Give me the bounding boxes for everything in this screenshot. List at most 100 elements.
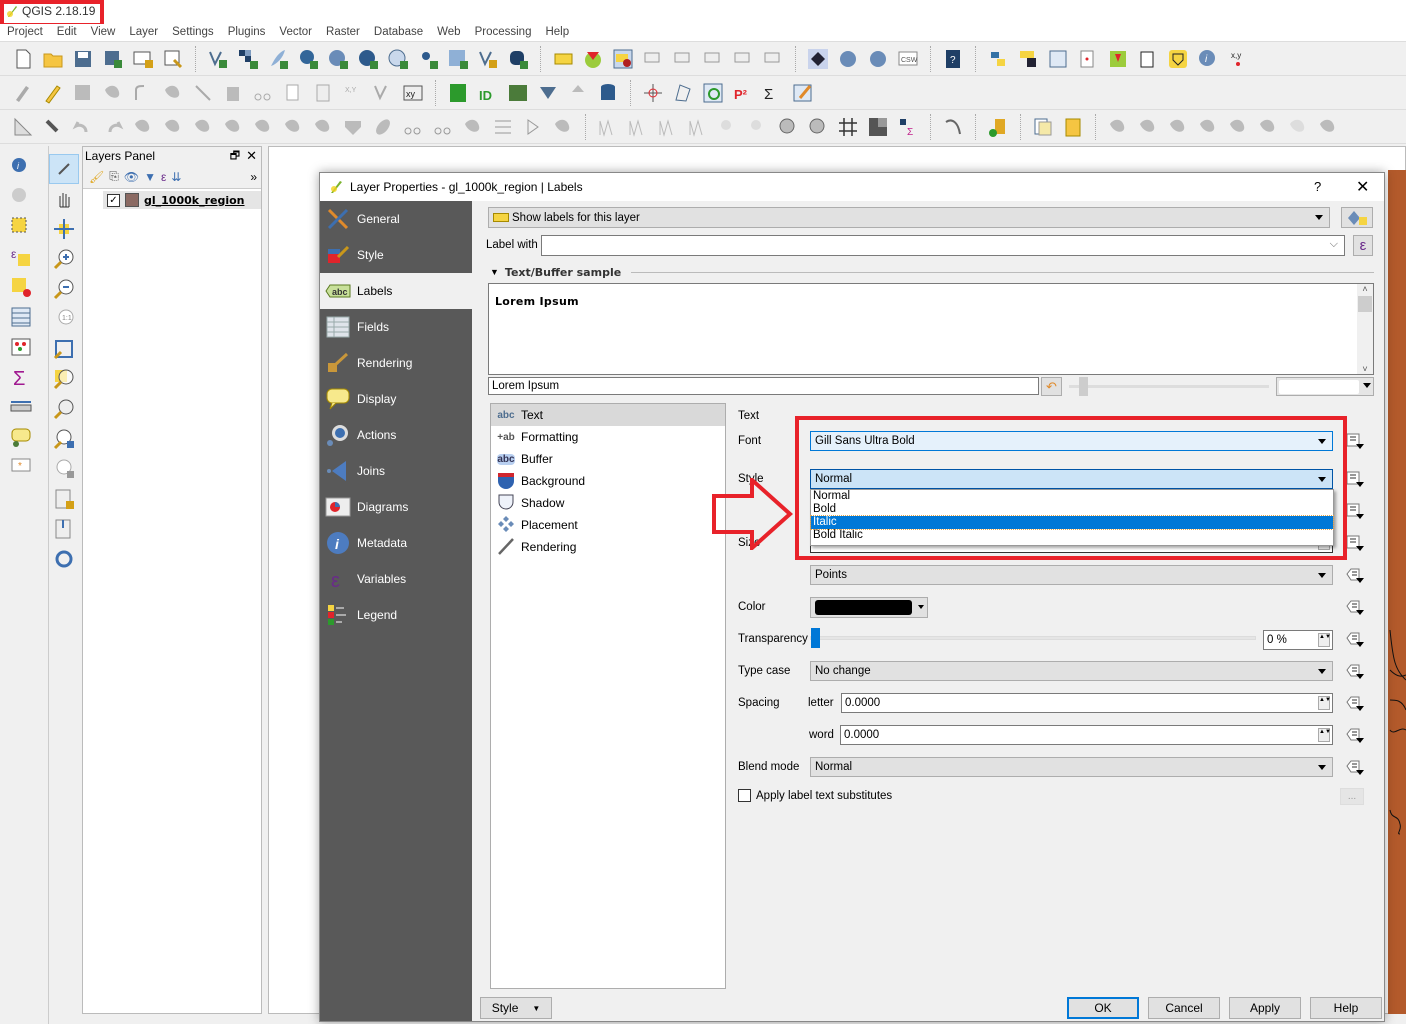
field-calculator-icon[interactable]	[6, 332, 36, 362]
filter-layer-icon[interactable]	[535, 80, 561, 106]
add-ring-icon[interactable]	[190, 114, 216, 140]
zoom-out-icon[interactable]	[49, 274, 79, 304]
sun-up-icon[interactable]	[715, 114, 741, 140]
letter-spacing-data-defined-button[interactable]	[1344, 695, 1364, 713]
new-bookmark-icon[interactable]	[49, 484, 79, 514]
sidebar-item-labels[interactable]: abc Labels	[320, 273, 472, 309]
zoom-full-icon[interactable]	[49, 334, 79, 364]
statistical-summary-icon[interactable]: Σ	[6, 362, 36, 392]
type-case-data-defined-button[interactable]	[1344, 663, 1364, 681]
expand-all-icon[interactable]: ⇊	[171, 170, 181, 184]
type-case-combo[interactable]: No change	[810, 661, 1333, 681]
current-edits-icon[interactable]	[10, 80, 36, 106]
label-move-icon[interactable]	[670, 46, 696, 72]
add-mssql-layer-icon[interactable]	[505, 46, 531, 72]
db-manager-icon[interactable]	[595, 80, 621, 106]
menu-view[interactable]: View	[84, 24, 123, 41]
color-button[interactable]	[810, 597, 928, 618]
cancel-button[interactable]: Cancel	[1148, 997, 1220, 1019]
fill-ring-icon[interactable]	[250, 114, 276, 140]
transparency-spinner[interactable]: ▲▼	[1318, 633, 1331, 647]
sidebar-item-variables[interactable]: ε Variables	[320, 561, 472, 597]
save-edits-icon[interactable]	[70, 80, 96, 106]
transparency-slider[interactable]	[810, 628, 1256, 648]
add-raster-layer-icon[interactable]	[235, 46, 261, 72]
label-change-icon[interactable]	[730, 46, 756, 72]
apply-button[interactable]: Apply	[1229, 997, 1301, 1019]
delete-selected-icon[interactable]	[220, 80, 246, 106]
sidebar-item-general[interactable]: General	[320, 201, 472, 237]
transparency-field[interactable]: 0 % ▲▼	[1263, 630, 1333, 650]
profile-tool-3-icon[interactable]	[655, 114, 681, 140]
tree-item-rendering[interactable]: Rendering	[491, 536, 725, 558]
snapping-icon[interactable]	[40, 114, 66, 140]
tree-item-text[interactable]: abc Text	[491, 404, 725, 426]
save-project-icon[interactable]	[70, 46, 96, 72]
copy-features-icon[interactable]	[280, 80, 306, 106]
automated-placement-button[interactable]	[1341, 207, 1373, 228]
toggle-editing-icon[interactable]	[40, 80, 66, 106]
merge-attributes-icon[interactable]	[490, 114, 516, 140]
add-spatialite-layer-icon[interactable]	[265, 46, 291, 72]
new-shapefile-icon[interactable]	[445, 46, 471, 72]
identify-plugin-icon[interactable]: i	[1195, 46, 1221, 72]
menu-processing[interactable]: Processing	[468, 24, 539, 41]
reshape-features-icon[interactable]	[340, 114, 366, 140]
xy-table-icon[interactable]: xy	[400, 80, 426, 106]
simplify-feature-icon[interactable]	[160, 114, 186, 140]
select-features-icon[interactable]	[6, 212, 36, 242]
curve-tool-icon[interactable]	[940, 114, 966, 140]
split-parts-icon[interactable]	[430, 114, 456, 140]
web-search-icon[interactable]	[865, 46, 891, 72]
sun-down-icon[interactable]	[745, 114, 771, 140]
documents-plugin-icon[interactable]	[1135, 46, 1161, 72]
dialog-close-button[interactable]: ✕	[1356, 177, 1369, 197]
copy-docs-icon[interactable]	[1030, 114, 1056, 140]
zoom-to-layer-icon[interactable]	[49, 394, 79, 424]
menu-plugins[interactable]: Plugins	[221, 24, 273, 41]
add-wms-layer-icon[interactable]	[325, 46, 351, 72]
word-spacing-field[interactable]: 0.0000 ▲▼	[840, 725, 1333, 745]
python-console-icon[interactable]	[985, 46, 1011, 72]
filter-expression-icon[interactable]: ε	[161, 170, 166, 184]
styling-icon[interactable]: 🖌	[89, 170, 104, 184]
size-unit-combo[interactable]: Points	[810, 565, 1333, 585]
pan-to-selection-icon[interactable]	[49, 214, 79, 244]
label-property-icon[interactable]	[760, 46, 786, 72]
cad-tools-icon[interactable]	[10, 114, 36, 140]
grid-plugin-icon[interactable]	[1015, 46, 1041, 72]
add-wfs-layer-icon[interactable]	[385, 46, 411, 72]
profile-tool-icon[interactable]	[595, 114, 621, 140]
help-button[interactable]: Help	[1310, 997, 1382, 1019]
shield-plugin-icon[interactable]	[1165, 46, 1191, 72]
layer-visibility-checkbox[interactable]: ✓	[107, 193, 120, 207]
clipboard-icon[interactable]	[1060, 114, 1086, 140]
word-spacing-data-defined-button[interactable]	[1344, 727, 1364, 745]
tree-item-placement[interactable]: Placement	[491, 514, 725, 536]
metasearch-icon[interactable]	[805, 46, 831, 72]
points-plugin-icon[interactable]	[1075, 46, 1101, 72]
profile-tool-4-icon[interactable]	[685, 114, 711, 140]
substitutes-edit-button[interactable]: ...	[1340, 788, 1364, 805]
add-postgis-layer-icon[interactable]	[295, 46, 321, 72]
db-connect-icon[interactable]	[445, 80, 471, 106]
menu-vector[interactable]: Vector	[272, 24, 319, 41]
menu-database[interactable]: Database	[367, 24, 430, 41]
vector-tool-2-icon[interactable]	[1135, 114, 1161, 140]
sample-group-header[interactable]: ▼ Text/Buffer sample	[490, 265, 1374, 279]
db-plugin-icon[interactable]	[985, 114, 1011, 140]
redo-icon[interactable]	[100, 114, 126, 140]
offset-point-symbols-icon[interactable]	[370, 80, 396, 106]
attribute-table-icon[interactable]	[6, 302, 36, 332]
merge-features-icon[interactable]	[460, 114, 486, 140]
style-menu-button[interactable]: Style ▼	[480, 997, 552, 1019]
sidebar-item-display[interactable]: Display	[320, 381, 472, 417]
georeferencer-icon[interactable]	[640, 80, 666, 106]
menu-edit[interactable]: Edit	[50, 24, 84, 41]
raster-statistics-icon[interactable]: Σ	[895, 114, 921, 140]
label-with-field[interactable]: ⌵	[541, 235, 1345, 256]
add-circular-string-icon[interactable]	[130, 80, 156, 106]
new-spatialite-layer-icon[interactable]	[475, 46, 501, 72]
profile-tool-2-icon[interactable]	[625, 114, 651, 140]
node-tool-icon[interactable]	[190, 80, 216, 106]
